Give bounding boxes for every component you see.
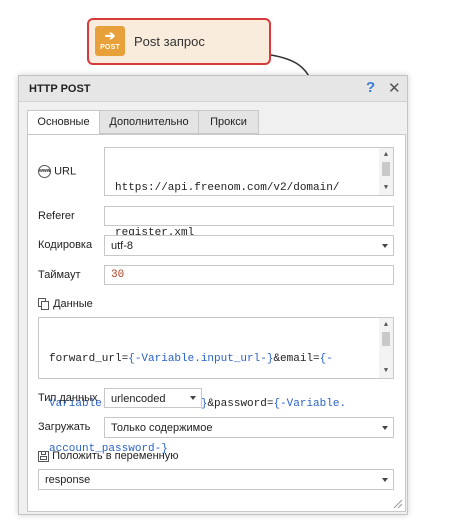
tab-advanced[interactable]: Дополнительно: [99, 110, 199, 134]
timeout-input[interactable]: 30: [104, 265, 394, 285]
data-label-group: Данные: [38, 298, 93, 311]
load-label: Загружать: [38, 421, 91, 433]
tab-panel-basic: www URL https://api.freenom.com/v2/domai…: [27, 134, 406, 512]
data-variable: {-: [319, 353, 333, 365]
data-variable: {-Variable.: [273, 398, 347, 410]
http-post-dialog: HTTP POST ? ✕ Основные Дополнительно Про…: [18, 75, 408, 515]
timeout-label: Таймаут: [38, 269, 81, 281]
data-text: &password=: [207, 398, 274, 410]
data-label: Данные: [53, 298, 93, 310]
data-text: forward_url=: [49, 353, 129, 365]
url-line-1: https://api.freenom.com/v2/domain/: [115, 182, 340, 194]
scroll-down-icon[interactable]: ▼: [379, 184, 393, 192]
scroll-up-icon[interactable]: ▲: [379, 321, 393, 329]
post-icon-label: POST: [100, 44, 120, 51]
node-title: Post запрос: [134, 34, 205, 49]
data-type-label: Тип данных: [38, 392, 98, 404]
save-to-label: Положить в переменную: [52, 450, 179, 462]
close-icon[interactable]: ✕: [388, 79, 401, 97]
tab-basic[interactable]: Основные: [27, 110, 100, 135]
dialog-title: HTTP POST: [29, 83, 91, 95]
chevron-down-icon: [382, 425, 388, 430]
save-to-value: response: [45, 474, 91, 486]
encoding-select[interactable]: utf-8: [104, 235, 394, 256]
load-value: Только содержимое: [111, 422, 213, 434]
encoding-value: utf-8: [111, 240, 134, 252]
post-node-icon: ➔ POST: [95, 26, 125, 56]
chevron-down-icon: [382, 243, 388, 248]
save-to-select[interactable]: response: [38, 469, 394, 490]
url-label-group: www URL: [38, 165, 76, 178]
url-input[interactable]: https://api.freenom.com/v2/domain/ regis…: [104, 147, 394, 239]
encoding-label: Кодировка: [38, 239, 93, 251]
referer-label: Referer: [38, 210, 75, 222]
url-label: URL: [54, 165, 77, 178]
chevron-down-icon: [190, 396, 196, 400]
data-line-1: forward_url={-Variable.input_url-}&email…: [49, 352, 375, 367]
timeout-value: 30: [111, 269, 125, 281]
scroll-down-icon[interactable]: ▼: [379, 367, 393, 375]
post-request-node[interactable]: ➔ POST Post запрос: [87, 18, 271, 65]
save-icon: [38, 450, 49, 462]
www-icon: www: [38, 165, 51, 178]
tab-proxy[interactable]: Прокси: [198, 110, 259, 134]
save-to-label-group: Положить в переменную: [38, 450, 179, 462]
data-scrollbar[interactable]: ▲ ▼: [379, 318, 393, 378]
help-icon[interactable]: ?: [366, 79, 375, 96]
scroll-thumb[interactable]: [382, 332, 390, 346]
chevron-down-icon: [382, 477, 388, 482]
data-type-select[interactable]: urlencoded: [104, 388, 202, 408]
dialog-header: HTTP POST ? ✕: [19, 76, 407, 102]
resize-grip-icon[interactable]: [393, 499, 403, 509]
data-variable: {-Variable.input_url-}: [128, 353, 274, 365]
scroll-thumb[interactable]: [382, 162, 390, 176]
referer-input[interactable]: [104, 206, 394, 226]
scroll-up-icon[interactable]: ▲: [379, 151, 393, 159]
data-text: &email=: [273, 353, 320, 365]
data-textarea[interactable]: forward_url={-Variable.input_url-}&email…: [38, 317, 394, 455]
url-scrollbar[interactable]: ▲ ▼: [379, 148, 393, 195]
load-select[interactable]: Только содержимое: [104, 417, 394, 438]
arrow-right-icon: ➔: [104, 28, 116, 43]
copy-icon: [38, 298, 50, 311]
data-type-value: urlencoded: [111, 393, 166, 405]
